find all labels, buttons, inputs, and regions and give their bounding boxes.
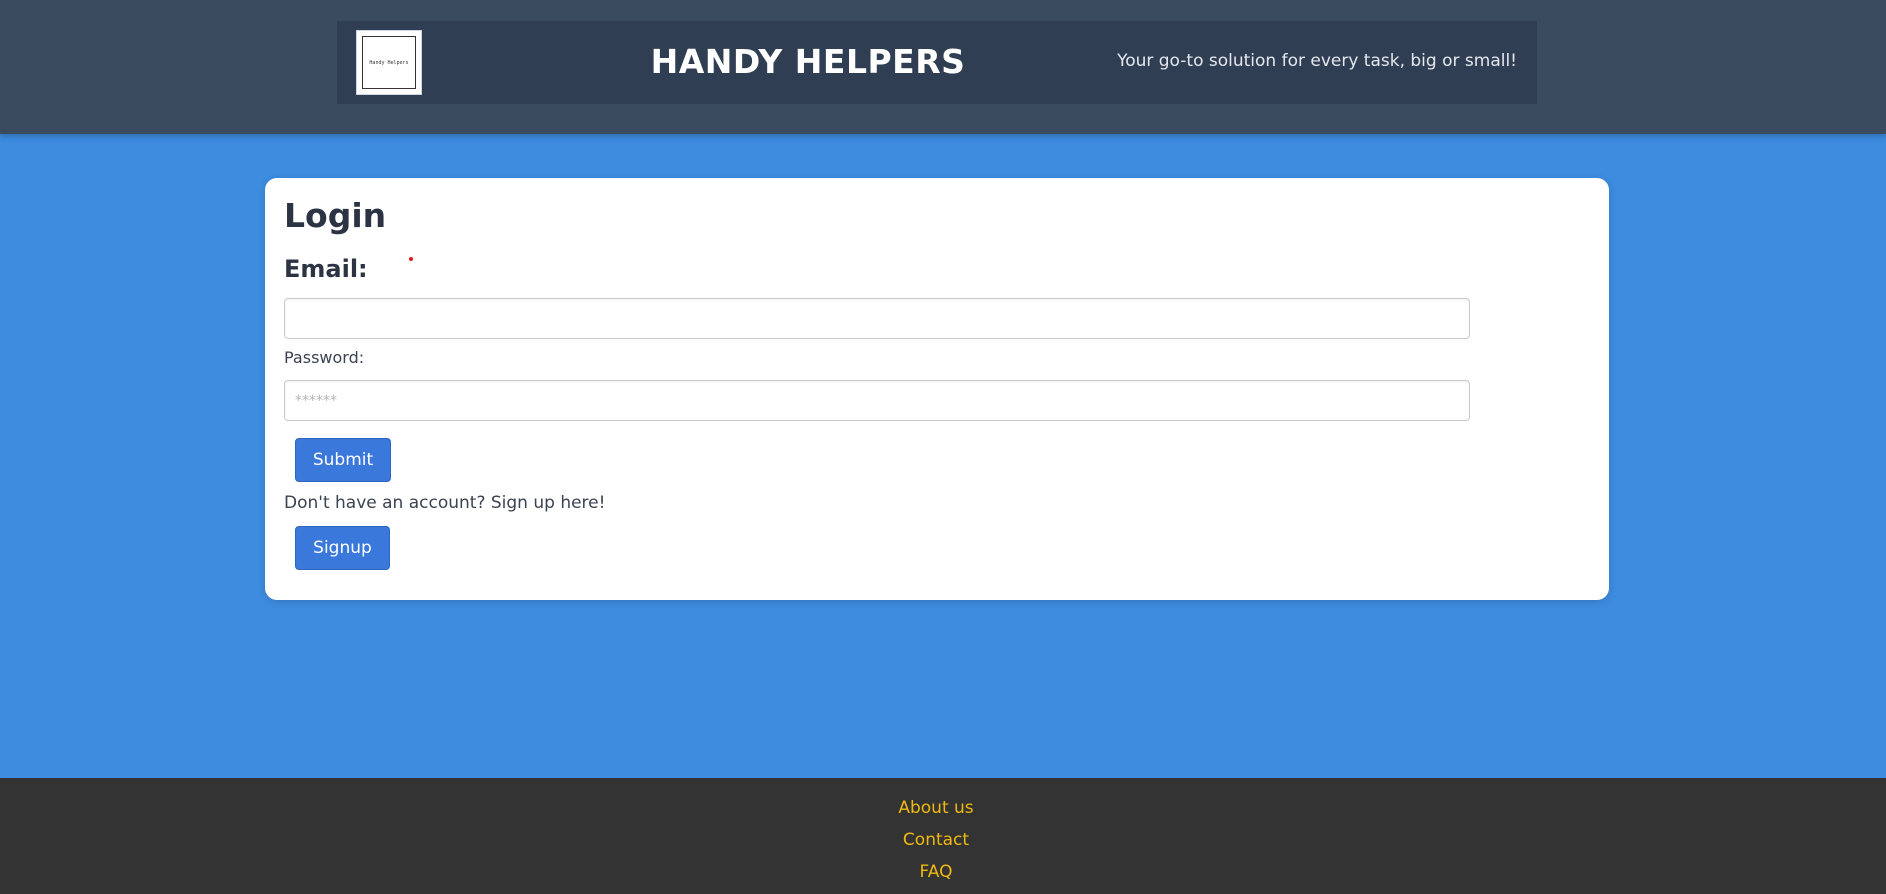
site-footer: About us Contact FAQ [0, 778, 1886, 894]
cursor-dot [409, 257, 413, 261]
signup-prompt: Don't have an account? Sign up here! [284, 493, 606, 513]
header-bar: Handy Helpers HANDY HELPERS Your go-to s… [337, 21, 1537, 104]
password-field[interactable] [284, 380, 1470, 421]
logo-frame: Handy Helpers [362, 36, 416, 89]
site-tagline: Your go-to solution for every task, big … [1117, 51, 1517, 71]
site-title: HANDY HELPERS [650, 42, 966, 81]
footer-link-faq[interactable]: FAQ [0, 862, 1872, 882]
password-label: Password: [284, 348, 365, 367]
footer-link-about[interactable]: About us [0, 798, 1872, 818]
footer-link-contact[interactable]: Contact [0, 830, 1872, 850]
email-label: Email: [284, 255, 368, 283]
login-title: Login [284, 196, 387, 235]
site-logo[interactable]: Handy Helpers [356, 30, 422, 95]
submit-button[interactable]: Submit [295, 438, 391, 482]
email-field[interactable] [284, 298, 1470, 339]
login-card: Login Email: Password: Submit Don't have… [265, 178, 1609, 600]
site-header: Handy Helpers HANDY HELPERS Your go-to s… [0, 0, 1886, 134]
signup-button[interactable]: Signup [295, 526, 390, 570]
logo-text: Handy Helpers [369, 59, 409, 66]
